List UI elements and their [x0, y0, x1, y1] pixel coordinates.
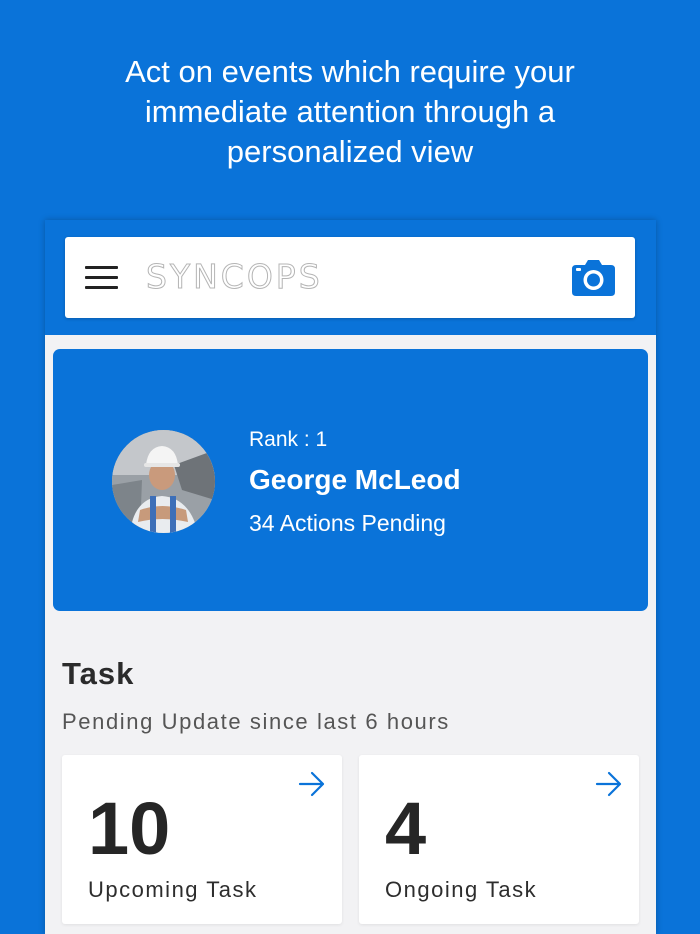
avatar: [112, 430, 215, 533]
task-label: Ongoing Task: [385, 877, 538, 902]
app-bar: SYNCOPS: [45, 220, 656, 335]
arrow-right-icon[interactable]: [595, 771, 623, 797]
arrow-right-icon[interactable]: [298, 771, 326, 797]
camera-icon[interactable]: [571, 259, 616, 297]
profile-card[interactable]: Rank : 1 George McLeod 34 Actions Pendin…: [53, 349, 648, 611]
task-label: Upcoming Task: [88, 877, 258, 902]
rank-label: Rank : 1: [249, 428, 328, 451]
top-toolbar: SYNCOPS: [65, 237, 635, 318]
task-count: 4: [385, 787, 427, 870]
app-logo: SYNCOPS: [146, 257, 323, 297]
actions-pending: 34 Actions Pending: [249, 510, 446, 536]
user-name: George McLeod: [249, 464, 461, 495]
app-screen: SYNCOPS Rank: 1 George McLeod 34 Action…: [45, 220, 656, 934]
hamburger-menu-icon[interactable]: [85, 266, 118, 290]
ongoing-task-card[interactable]: 4 Ongoing Task: [359, 755, 639, 924]
task-count: 10: [88, 787, 171, 870]
section-subtitle: Pending Update since last 6 hours: [62, 709, 450, 734]
section-title-task: Task: [62, 656, 135, 691]
upcoming-task-card[interactable]: 10 Upcoming Task: [62, 755, 342, 924]
marketing-headline: Act on events which require your immedia…: [125, 54, 575, 169]
